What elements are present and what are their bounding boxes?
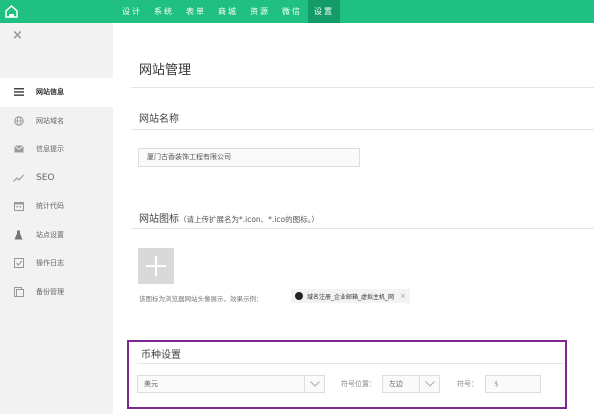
globe-icon [13,116,24,126]
symbol-position-select[interactable]: 左边 [382,375,440,393]
sidebar-item-label: 信息提示 [36,145,64,154]
favicon-hint: （请上传扩展名为*.icon、*.ico的图标。） [179,215,319,224]
sidebar: × 网站信息 网站域名 信息提示 SEO 统计代码 站点设置 操作日志 备份管理 [0,23,113,414]
upload-favicon-button[interactable] [138,248,174,284]
sidebar-item-label: 操作日志 [36,259,64,268]
sidebar-item-label: 网站信息 [36,88,64,97]
symbol-position-value: 左边 [389,380,403,388]
sidebar-item-domain[interactable]: 网站域名 [0,107,113,136]
sidebar-item-label: 网站域名 [36,116,64,125]
symbol-input[interactable]: $ [485,375,541,393]
page-title: 网站管理 [139,63,192,78]
sidebar-item-notice[interactable]: 信息提示 [0,135,113,164]
checkbox-icon [13,258,24,269]
symbol-label: 符号： [457,380,478,388]
top-nav-menu: 设计 系统 表单 商城 资源 微信 设置 [116,0,340,23]
top-nav-system[interactable]: 系统 [148,0,180,23]
sidebar-item-label: 备份管理 [36,287,64,296]
sidebar-item-logs[interactable]: 操作日志 [0,249,113,278]
trend-icon [13,174,24,182]
sidebar-item-analytics[interactable]: 统计代码 [0,192,113,221]
divider [131,87,594,88]
symbol-position-label: 符号位置： [341,380,376,388]
top-nav-bar: 设计 系统 表单 商城 资源 微信 设置 [0,0,594,23]
sidebar-item-site-info[interactable]: 网站信息 [0,78,113,107]
favicon-section: 网站图标（请上传扩展名为*.icon、*.ico的图标。） [139,210,319,225]
site-name-input[interactable]: 厦门古香装饰工程有限公司 [138,148,360,167]
sidebar-menu: 网站信息 网站域名 信息提示 SEO 统计代码 站点设置 操作日志 备份管理 [0,78,113,306]
divider [137,363,563,364]
favicon-demo-title: 域名注册_企业邮箱_虚拟主机_网 [307,293,395,301]
favicon-label: 网站图标 [139,214,179,225]
favicon-demo-tab: 域名注册_企业邮箱_虚拟主机_网 × [291,289,410,303]
favicon-description: 该图标为浏览器网站头像展示，效果示例： [139,295,263,303]
sidebar-item-label: SEO [36,172,55,183]
top-nav-form[interactable]: 表单 [180,0,212,23]
currency-select[interactable]: 美元 [137,375,325,393]
sidebar-item-site-settings[interactable]: 站点设置 [0,221,113,250]
top-nav-mall[interactable]: 商城 [212,0,244,23]
currency-settings-section: 币种设置 美元 符号位置： 左边 符号： $ [127,340,567,409]
top-nav-wechat[interactable]: 微信 [276,0,308,23]
top-nav-resources[interactable]: 资源 [244,0,276,23]
sidebar-item-seo[interactable]: SEO [0,164,113,193]
currency-title: 币种设置 [141,350,181,361]
site-name-label: 网站名称 [139,114,179,125]
calendar-icon [13,201,24,212]
sidebar-item-backup[interactable]: 备份管理 [0,278,113,307]
currency-select-value: 美元 [144,380,158,388]
chevron-down-icon [419,376,439,392]
top-nav-settings[interactable]: 设置 [308,0,340,23]
divider [131,129,594,130]
sidebar-item-label: 统计代码 [36,202,64,211]
message-icon [13,145,24,153]
divider [131,228,594,229]
chevron-down-icon [304,376,324,392]
database-icon [13,286,24,297]
flask-icon [13,230,24,240]
home-icon[interactable] [0,0,23,23]
sidebar-item-label: 站点设置 [36,230,64,239]
close-icon[interactable]: × [12,28,23,43]
list-icon [13,88,24,97]
favicon-demo-icon [295,292,303,300]
top-nav-design[interactable]: 设计 [116,0,148,23]
close-icon: × [400,292,406,300]
